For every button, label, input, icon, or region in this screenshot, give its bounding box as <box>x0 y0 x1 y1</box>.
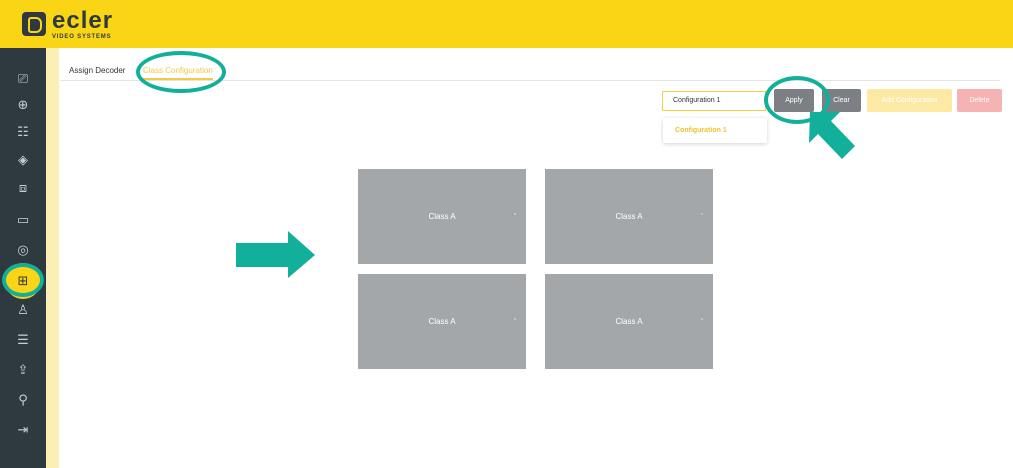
cell-handle-icon <box>514 318 516 320</box>
sidebar-screen-icon[interactable]: ▭ <box>11 208 35 232</box>
ecler-logo[interactable]: ecler VIDEO SYSTEMS <box>22 8 113 40</box>
sidebar: ⎚ ⊕ ☷ ◈ ⧈ ▭ ◎ ⊞ ♙ ☰ ⇪ ⚲ ⇥ <box>0 48 46 468</box>
delete-button[interactable]: Delete <box>957 89 1002 112</box>
logo-mark-icon <box>22 12 46 36</box>
sidebar-layers-icon[interactable]: ◈ <box>11 148 35 172</box>
sidebar-logout-icon[interactable]: ⇥ <box>11 418 35 442</box>
logo-subtitle: VIDEO SYSTEMS <box>52 33 112 40</box>
configuration-dropdown: Configuration 1 <box>663 118 767 143</box>
logo-word: ecler <box>52 6 114 34</box>
diagonal-arrow-icon <box>809 112 855 159</box>
sidebar-grid-icon[interactable]: ☷ <box>11 120 35 144</box>
sidebar-wrench-icon[interactable]: ⚲ <box>11 388 35 412</box>
grid-cell-2[interactable]: Class A <box>545 169 713 264</box>
cell-handle-icon <box>701 318 703 320</box>
dropdown-option-configuration-1[interactable]: Configuration 1 <box>675 127 727 134</box>
grid-cell-3[interactable]: Class A <box>358 274 526 369</box>
grid-cell-4[interactable]: Class A <box>545 274 713 369</box>
sidebar-upload-icon[interactable]: ⇪ <box>11 358 35 382</box>
tab-assign-decoder[interactable]: Assign Decoder <box>69 66 125 75</box>
sidebar-plus-circle-icon[interactable]: ⊕ <box>11 93 35 117</box>
right-arrow-icon <box>236 231 315 278</box>
sidebar-display-icon[interactable]: ⧈ <box>11 176 35 200</box>
configuration-select[interactable]: Configuration 1 <box>662 91 766 111</box>
sidebar-target-icon[interactable]: ◎ <box>11 238 35 262</box>
sidebar-edge <box>46 48 59 468</box>
cell-label: Class A <box>615 317 643 326</box>
cell-label: Class A <box>428 212 456 221</box>
sidebar-user-icon[interactable]: ♙ <box>11 298 35 322</box>
sidebar-monitor-search-icon[interactable]: ⎚ <box>11 67 35 91</box>
grid-cell-1[interactable]: Class A <box>358 169 526 264</box>
highlight-ring-tab <box>136 51 226 93</box>
cell-label: Class A <box>615 212 643 221</box>
highlight-ring-sidebar <box>2 263 44 297</box>
add-configuration-button[interactable]: Add Configuration <box>867 89 952 112</box>
cell-label: Class A <box>428 317 456 326</box>
cell-handle-icon <box>514 213 516 215</box>
cell-handle-icon <box>701 213 703 215</box>
top-bar: ecler VIDEO SYSTEMS <box>0 0 1013 48</box>
app-window: ecler VIDEO SYSTEMS ⎚ ⊕ ☷ ◈ ⧈ ▭ ◎ ⊞ ♙ ☰ … <box>0 0 1013 468</box>
sidebar-sliders-icon[interactable]: ☰ <box>11 328 35 352</box>
